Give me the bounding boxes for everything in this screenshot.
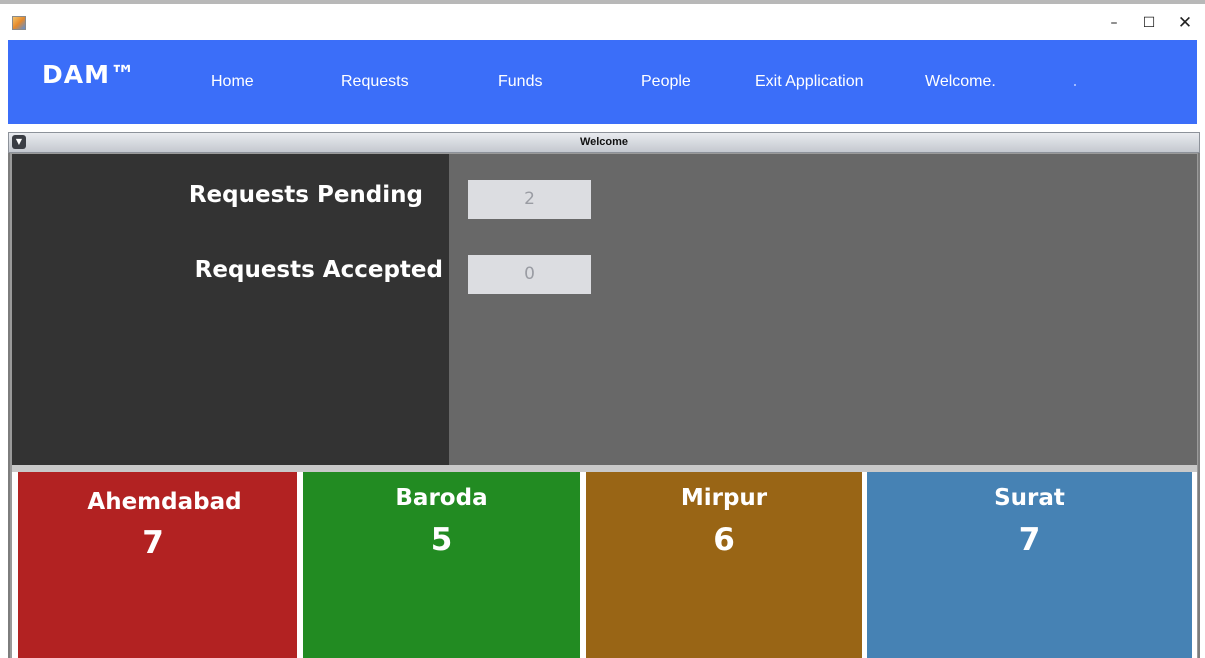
nav-separator-dot [1074,84,1076,86]
city-name: Baroda [395,485,488,511]
java-app-icon [12,16,26,30]
city-tile-ahemdabad[interactable]: Ahemdabad 7 [18,472,297,658]
navbar: DAM™ Home Requests Funds People Exit App… [8,40,1197,124]
city-name: Mirpur [680,485,768,511]
nav-exit-application[interactable]: Exit Application [755,73,864,91]
nav-funds[interactable]: Funds [498,73,542,91]
city-tile-mirpur[interactable]: Mirpur 6 [586,472,862,658]
close-button[interactable]: ✕ [1170,12,1200,34]
nav-welcome[interactable]: Welcome. [925,73,996,91]
frame-title: Welcome [579,136,629,148]
city-count: 7 [1018,522,1041,558]
city-name: Ahemdabad [87,489,242,515]
minimize-button[interactable]: – [1099,12,1129,34]
window-titlebar[interactable]: – ☐ ✕ [0,4,1205,40]
city-count: 7 [142,525,164,561]
city-tile-baroda[interactable]: Baroda 5 [303,472,580,658]
nav-home[interactable]: Home [211,73,254,91]
requests-accepted-label: Requests Accepted [194,257,443,283]
requests-accepted-field[interactable] [468,255,591,294]
requests-pending-field[interactable] [468,180,591,219]
internal-frame-titlebar[interactable]: ▼ Welcome [8,132,1200,153]
nav-requests[interactable]: Requests [341,73,409,91]
city-count: 6 [713,522,735,558]
panel-divider [12,465,1197,472]
nav-people[interactable]: People [641,73,691,91]
maximize-button[interactable]: ☐ [1134,12,1164,34]
city-count: 5 [430,522,453,558]
requests-pending-label: Requests Pending [188,182,423,208]
brand-logo: DAM™ [42,60,136,89]
city-tile-surat[interactable]: Surat 7 [867,472,1192,658]
city-name: Surat [994,485,1065,511]
